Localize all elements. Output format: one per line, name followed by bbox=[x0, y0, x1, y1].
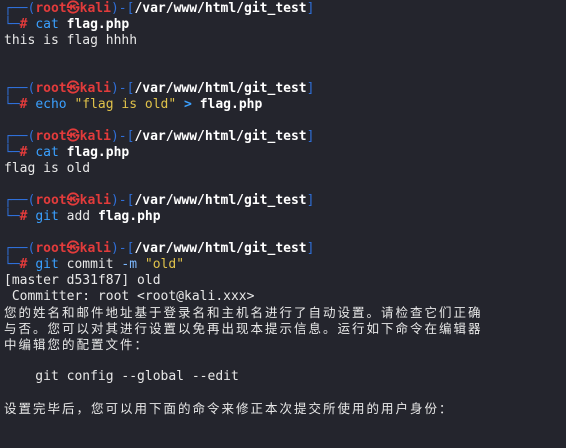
output-line: 设置完毕后，您可以用下面的命令来修正本次提交所使用的用户身份： bbox=[4, 401, 454, 416]
command-line-5: └─# git commit -m "old" bbox=[4, 257, 185, 272]
output-line: 与否。您可以对其进行设置以免再出现本提示信息。运行如下命令在编辑器 bbox=[4, 321, 483, 336]
output-line: flag is old bbox=[4, 161, 91, 176]
output-line: 您的姓名和邮件地址基于登录名和主机名进行了自动设置。请检查它们正确 bbox=[4, 305, 483, 320]
output-line: git config --global --edit bbox=[4, 369, 239, 384]
output-line: [master d531f87] old bbox=[4, 273, 161, 288]
output-line: this is flag hhhh bbox=[4, 33, 138, 48]
output-line: 中编辑您的配置文件： bbox=[4, 337, 150, 352]
prompt-line-2: ┌──(root㉿kali)-[/var/www/html/git_test] bbox=[4, 81, 315, 96]
terminal-window[interactable]: ┌──(root㉿kali)-[/var/www/html/git_test] … bbox=[0, 0, 566, 448]
prompt-line-3: ┌──(root㉿kali)-[/var/www/html/git_test] bbox=[4, 129, 315, 144]
prompt-line-5: ┌──(root㉿kali)-[/var/www/html/git_test] bbox=[4, 241, 315, 256]
command-line-1: └─# cat flag.php bbox=[4, 17, 130, 32]
prompt-line-4: ┌──(root㉿kali)-[/var/www/html/git_test] bbox=[4, 193, 315, 208]
command-line-4: └─# git add flag.php bbox=[4, 209, 161, 224]
prompt-line-1: ┌──(root㉿kali)-[/var/www/html/git_test] bbox=[4, 1, 315, 16]
command-line-3: └─# cat flag.php bbox=[4, 145, 130, 160]
output-line: Committer: root <root@kali.xxx> bbox=[4, 289, 255, 304]
command-line-2: └─# echo "flag is old" > flag.php bbox=[4, 97, 263, 112]
